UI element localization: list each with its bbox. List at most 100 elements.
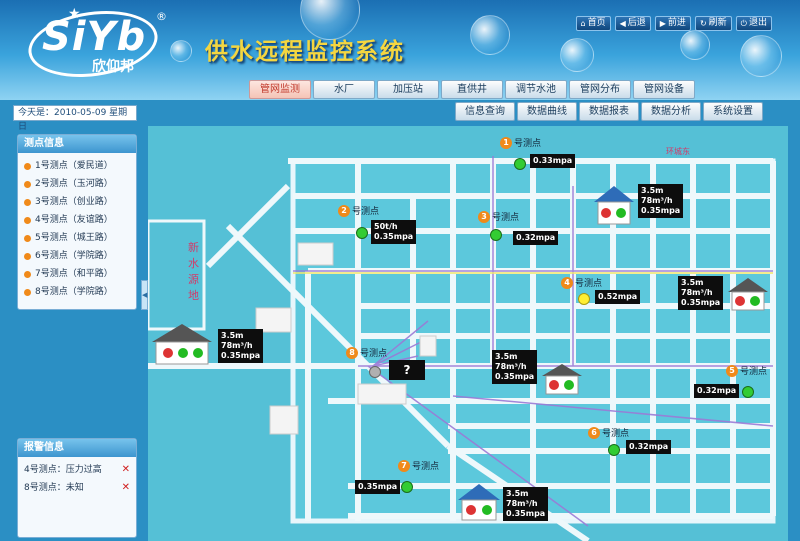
station-pressure: 0.35mpa xyxy=(495,372,535,381)
point-item[interactable]: 1号测点（爱民道） xyxy=(24,157,130,175)
point-item[interactable]: 2号测点（玉河路） xyxy=(24,175,130,193)
point-1-reading: 0.33mpa xyxy=(530,154,576,168)
point-item[interactable]: 4号测点（友谊路） xyxy=(24,211,130,229)
sensor-icon[interactable] xyxy=(401,481,413,493)
station-flow: 78m³/h xyxy=(221,341,253,350)
points-panel-title: 测点信息 xyxy=(18,135,136,153)
alarm-text: 8号测点：未知 xyxy=(24,483,84,493)
point-name: 号测点 xyxy=(514,139,542,149)
main-tabs: 管网监测 水厂 加压站 直供井 调节水池 管网分布 管网设备 xyxy=(249,80,695,99)
point-3-reading: 0.32mpa xyxy=(513,231,559,245)
pump-station[interactable] xyxy=(592,184,636,229)
tab-info-query[interactable]: 信息查询 xyxy=(455,102,515,121)
station-2-data: 3.5m 78m³/h 0.35mpa xyxy=(678,276,724,310)
header: ★ SiYb 欣仰邦 ® 供水远程监控系统 ⌂ 首页 ◀ 后退 ▶ 前进 ↻ 刷新 ⏻ 退… xyxy=(0,0,800,100)
tab-system-settings[interactable]: 系统设置 xyxy=(703,102,763,121)
tab-pipe-monitor[interactable]: 管网监测 xyxy=(249,80,311,99)
point-number: 4 xyxy=(561,276,573,289)
sensor-icon[interactable] xyxy=(369,366,381,378)
date-display: 今天是：2010-05-09 星期日 xyxy=(13,105,137,132)
sensor-icon[interactable] xyxy=(742,386,754,398)
points-list: 1号测点（爱民道） 2号测点（玉河路） 3号测点（创业路） 4号测点（友谊路） … xyxy=(18,153,136,305)
sidebar: 测点信息 1号测点（爱民道） 2号测点（玉河路） 3号测点（创业路） 4号测点（… xyxy=(0,100,148,541)
sensor-icon[interactable] xyxy=(608,444,620,456)
point-item[interactable]: 8号测点（学院路） xyxy=(24,283,130,301)
point-number: 1 xyxy=(500,136,512,149)
pump-station[interactable] xyxy=(540,362,584,399)
point-6-label[interactable]: 6 号测点 xyxy=(588,426,629,439)
point-number: 7 xyxy=(398,459,410,472)
point-4-label[interactable]: 4 号测点 xyxy=(561,276,602,289)
point-3-label[interactable]: 3 号测点 xyxy=(478,210,519,223)
point-8-label[interactable]: 8 号测点 xyxy=(346,346,387,359)
tab-data-curve[interactable]: 数据曲线 xyxy=(517,102,577,121)
point-item[interactable]: 3号测点（创业路） xyxy=(24,193,130,211)
point-6-reading: 0.32mpa xyxy=(626,440,672,454)
point-item[interactable]: 7号测点（和平路） xyxy=(24,265,130,283)
tab-pipe-distribution[interactable]: 管网分布 xyxy=(569,80,631,99)
bullet-icon xyxy=(24,288,31,296)
tab-data-analysis[interactable]: 数据分析 xyxy=(641,102,701,121)
pump-house-icon xyxy=(458,484,500,521)
alarm-panel: 报警信息 4号测点：压力过高 ✕ 8号测点：未知 ✕ xyxy=(17,438,137,538)
tab-reservoir[interactable]: 调节水池 xyxy=(505,80,567,99)
exit-button[interactable]: ⏻ 退出 xyxy=(735,16,772,31)
decor-bubble xyxy=(740,35,782,77)
sensor-icon[interactable] xyxy=(578,293,590,305)
back-icon: ◀ xyxy=(619,19,626,28)
pump-station[interactable] xyxy=(726,276,770,315)
refresh-button[interactable]: ↻ 刷新 xyxy=(694,16,732,31)
point-name: 号测点 xyxy=(602,429,630,439)
collapse-sidebar-button[interactable]: ◀ xyxy=(141,280,148,310)
alarm-item[interactable]: 8号测点：未知 ✕ xyxy=(24,479,130,497)
pump-house-icon xyxy=(728,278,768,311)
point-2-label[interactable]: 2 号测点 xyxy=(338,204,379,217)
sensor-icon[interactable] xyxy=(490,229,502,241)
tab-pipe-equipment[interactable]: 管网设备 xyxy=(633,80,695,99)
forward-icon: ▶ xyxy=(659,19,666,28)
forward-button[interactable]: ▶ 前进 xyxy=(654,16,691,31)
refresh-icon: ↻ xyxy=(699,19,707,28)
point-label: 7号测点（和平路） xyxy=(35,269,113,279)
corner-road-label: 环城东 xyxy=(666,146,690,156)
station-level: 3.5m xyxy=(681,278,704,287)
home-button[interactable]: ⌂ 首页 xyxy=(575,16,611,31)
registered-icon: ® xyxy=(156,10,167,23)
pump-station[interactable] xyxy=(456,482,502,525)
station-level: 3.5m xyxy=(495,352,518,361)
points-panel: 测点信息 1号测点（爱民道） 2号测点（玉河路） 3号测点（创业路） 4号测点（… xyxy=(17,134,137,310)
point-label: 1号测点（爱民道） xyxy=(35,161,113,171)
sub-tabs: 信息查询 数据曲线 数据报表 数据分析 系统设置 xyxy=(455,102,763,121)
tab-direct-well[interactable]: 直供井 xyxy=(441,80,503,99)
point-4-reading: 0.52mpa xyxy=(595,290,641,304)
point-5-reading: 0.32mpa xyxy=(694,384,740,398)
close-icon[interactable]: ✕ xyxy=(122,479,130,497)
point-label: 2号测点（玉河路） xyxy=(35,179,113,189)
point-1-label[interactable]: 1 号测点 xyxy=(500,136,541,149)
station-flow: 78m³/h xyxy=(506,499,538,508)
point-7-label[interactable]: 7 号测点 xyxy=(398,459,439,472)
point-item[interactable]: 5号测点（城王路） xyxy=(24,229,130,247)
tab-water-plant[interactable]: 水厂 xyxy=(313,80,375,99)
page-title: 供水远程监控系统 xyxy=(205,39,405,65)
point-item[interactable]: 6号测点（学院路） xyxy=(24,247,130,265)
tab-pump-station[interactable]: 加压站 xyxy=(377,80,439,99)
back-button[interactable]: ◀ 后退 xyxy=(614,16,651,31)
sensor-icon[interactable] xyxy=(356,227,368,239)
station-flow: 78m³/h xyxy=(681,288,713,297)
tab-data-report[interactable]: 数据报表 xyxy=(579,102,639,121)
pump-house-icon xyxy=(594,186,634,225)
point-5-label[interactable]: 5 号测点 xyxy=(726,364,767,377)
home-label: 首页 xyxy=(587,18,606,28)
point-label: 6号测点（学院路） xyxy=(35,251,113,261)
pipe-network-map[interactable]: 新水源地 环城东 1 号测点 0.33mpa 2 号测点 50t/h 0.35mpa… xyxy=(148,126,788,541)
close-icon[interactable]: ✕ xyxy=(122,461,130,479)
bullet-icon xyxy=(24,234,31,242)
point-number: 3 xyxy=(478,210,490,223)
station-pressure: 0.35mpa xyxy=(681,298,721,307)
station-5-data: 3.5m 78m³/h 0.35mpa xyxy=(503,487,549,521)
sensor-icon[interactable] xyxy=(514,158,526,170)
point-7-reading: 0.35mpa xyxy=(355,480,401,494)
alarm-item[interactable]: 4号测点：压力过高 ✕ xyxy=(24,461,130,479)
pump-station[interactable] xyxy=(150,322,214,369)
